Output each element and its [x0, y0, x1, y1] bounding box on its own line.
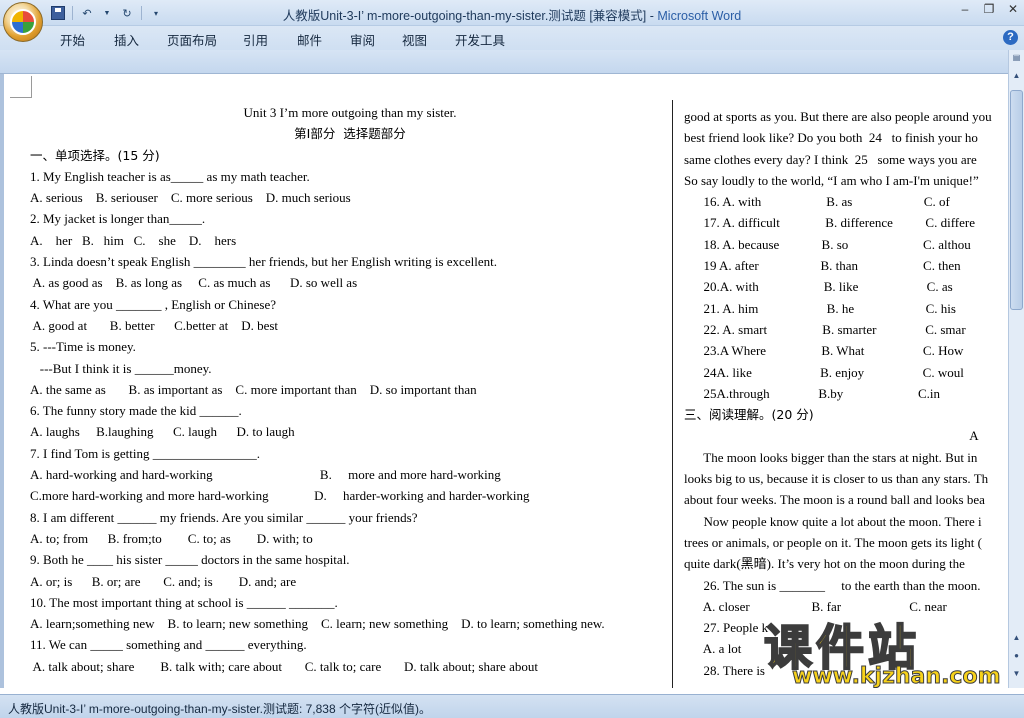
doc-line: 17. A. difficult B. difference C. differ… — [684, 215, 976, 231]
doc-line: 2. My jacket is longer than_____. — [30, 211, 206, 227]
doc-line: A. talk about; share B. talk with; care … — [30, 658, 538, 674]
doc-line: A. her B. him C. she D. hers — [30, 232, 237, 248]
doc-line: trees or animals, or people on it. The m… — [684, 534, 982, 550]
doc-line: 16. A. with B. as C. of — [684, 194, 950, 210]
doc-line: good at sports as you. But there are als… — [684, 109, 992, 124]
doc-line: A. as good as B. as long as C. as much a… — [30, 275, 358, 291]
doc-line: A. learn;something new B. to learn; new … — [30, 616, 605, 632]
restore-icon[interactable]: ❐ — [982, 2, 996, 16]
doc-line: A. the same as B. as important as C. mor… — [30, 381, 477, 397]
tab-review[interactable]: 审阅 — [350, 30, 375, 49]
doc-line: 22. A. smart B. smarter C. smar — [684, 321, 966, 337]
doc-line: 10. The most important thing at school i… — [30, 594, 338, 610]
document-area[interactable]: Unit 3 I’m more outgoing than my sister.… — [0, 74, 1008, 688]
column-divider — [672, 100, 673, 688]
doc-line: 3. Linda doesn’t speak English ________ … — [30, 254, 497, 270]
doc-line: A. serious B. seriouser C. more serious … — [30, 190, 351, 206]
ribbon-tabs: 开始 插入 页面布局 引用 邮件 审阅 视图 开发工具 ? — [0, 26, 1024, 50]
minimize-icon[interactable]: – — [958, 2, 972, 16]
doc-line: 7. I find Tom is getting _______________… — [30, 445, 260, 461]
doc-title: Unit 3 I’m more outgoing than my sister. — [243, 105, 457, 120]
doc-line: Now people know quite a lot about the mo… — [684, 513, 982, 529]
status-bar: 人教版Unit-3-I’ m-more-outgoing-than-my-sis… — [0, 694, 1024, 718]
section-heading: 三、阅读理解。(20 分) — [684, 407, 814, 423]
doc-line: 6. The funny story made the kid ______. — [30, 403, 242, 419]
doc-line: So say loudly to the world, “I am who I … — [684, 172, 979, 188]
office-logo-icon — [10, 9, 36, 35]
doc-line: C.more hard-working and more hard-workin… — [30, 488, 530, 504]
watermark-logo: 课件站 www.kjzhan.com — [730, 614, 1014, 694]
doc-line: about four weeks. The moon is a round ba… — [684, 492, 985, 508]
passage-label: A — [684, 428, 979, 444]
doc-line: A. to; from B. from;to C. to; as D. with… — [30, 530, 313, 546]
doc-line: 20.A. with B. like C. as — [684, 279, 953, 295]
vertical-scrollbar[interactable]: ▤ ▲ ▲ ● ▼ — [1008, 50, 1024, 688]
doc-line: 25A.through B.by C.in — [684, 385, 941, 401]
doc-line: 23.A Where B. What C. How — [684, 343, 964, 359]
doc-line: The moon looks bigger than the stars at … — [684, 449, 978, 465]
status-text: 人教版Unit-3-I’ m-more-outgoing-than-my-sis… — [8, 702, 431, 716]
watermark-url: www.kjzhan.com — [792, 664, 1002, 690]
tab-references[interactable]: 引用 — [243, 30, 268, 49]
tab-page-layout[interactable]: 页面布局 — [167, 30, 217, 49]
doc-line: A. laughs B.laughing C. laugh D. to laug… — [30, 424, 295, 440]
doc-line: looks big to us, because it is closer to… — [684, 471, 989, 487]
doc-line: 5. ---Time is money. — [30, 339, 136, 355]
doc-line: 8. I am different ______ my friends. Are… — [30, 509, 418, 525]
doc-line: A. or; is B. or; are C. and; is D. and; … — [30, 573, 297, 589]
page-corner-mark — [10, 76, 32, 98]
doc-line: quite dark(黑暗). It’s very hot on the moo… — [684, 556, 965, 572]
doc-line: A. hard-working and hard-working B. more… — [30, 467, 501, 483]
office-button[interactable] — [3, 2, 43, 42]
title-bar: ↶ ▼ ↻ ▾ 人教版Unit-3-I’ m-more-outgoing-tha… — [0, 0, 1024, 26]
doc-line: A. good at B. better C.better at D. best — [30, 317, 279, 333]
window-title: 人教版Unit-3-I’ m-more-outgoing-than-my-sis… — [0, 5, 1024, 24]
help-icon[interactable]: ? — [1003, 30, 1018, 45]
tab-mailings[interactable]: 邮件 — [297, 30, 322, 49]
doc-line: best friend look like? Do you both 24 to… — [684, 130, 978, 146]
right-column: good at sports as you. But there are als… — [684, 106, 1008, 681]
doc-subtitle: 第Ⅰ部分 选择题部分 — [294, 126, 406, 142]
ribbon-collapsed-area — [0, 50, 1024, 74]
doc-line: 24A. like B. enjoy C. woul — [684, 364, 964, 380]
left-column: Unit 3 I’m more outgoing than my sister.… — [30, 102, 670, 677]
doc-line: 26. The sun is _______ to the earth than… — [684, 577, 981, 593]
window-controls: – ❐ ✕ — [958, 2, 1020, 16]
tab-view[interactable]: 视图 — [402, 30, 427, 49]
doc-line: same clothes every day? I think 25 some … — [684, 151, 977, 167]
window-title-app: Microsoft Word — [657, 9, 742, 23]
tab-developer[interactable]: 开发工具 — [455, 30, 505, 49]
doc-line: 11. We can _____ something and ______ ev… — [30, 637, 307, 653]
doc-line: 4. What are you _______ , English or Chi… — [30, 296, 276, 312]
tab-home[interactable]: 开始 — [60, 30, 85, 49]
close-icon[interactable]: ✕ — [1006, 2, 1020, 16]
ruler-toggle-icon[interactable]: ▤ — [1009, 50, 1024, 66]
doc-line: 21. A. him B. he C. his — [684, 300, 956, 316]
scroll-up-icon[interactable]: ▲ — [1009, 68, 1024, 84]
scroll-thumb[interactable] — [1010, 90, 1023, 310]
doc-line: 19 A. after B. than C. then — [684, 258, 961, 274]
doc-line: 18. A. because B. so C. althou — [684, 236, 971, 252]
section-heading: 一、单项选择。(15 分) — [30, 147, 160, 163]
tab-insert[interactable]: 插入 — [114, 30, 139, 49]
window-title-doc: 人教版Unit-3-I’ m-more-outgoing-than-my-sis… — [282, 9, 658, 23]
doc-line: 1. My English teacher is as_____ as my m… — [30, 168, 310, 184]
doc-line: 9. Both he ____ his sister _____ doctors… — [30, 552, 350, 568]
doc-line: ---But I think it is ______money. — [30, 360, 212, 376]
